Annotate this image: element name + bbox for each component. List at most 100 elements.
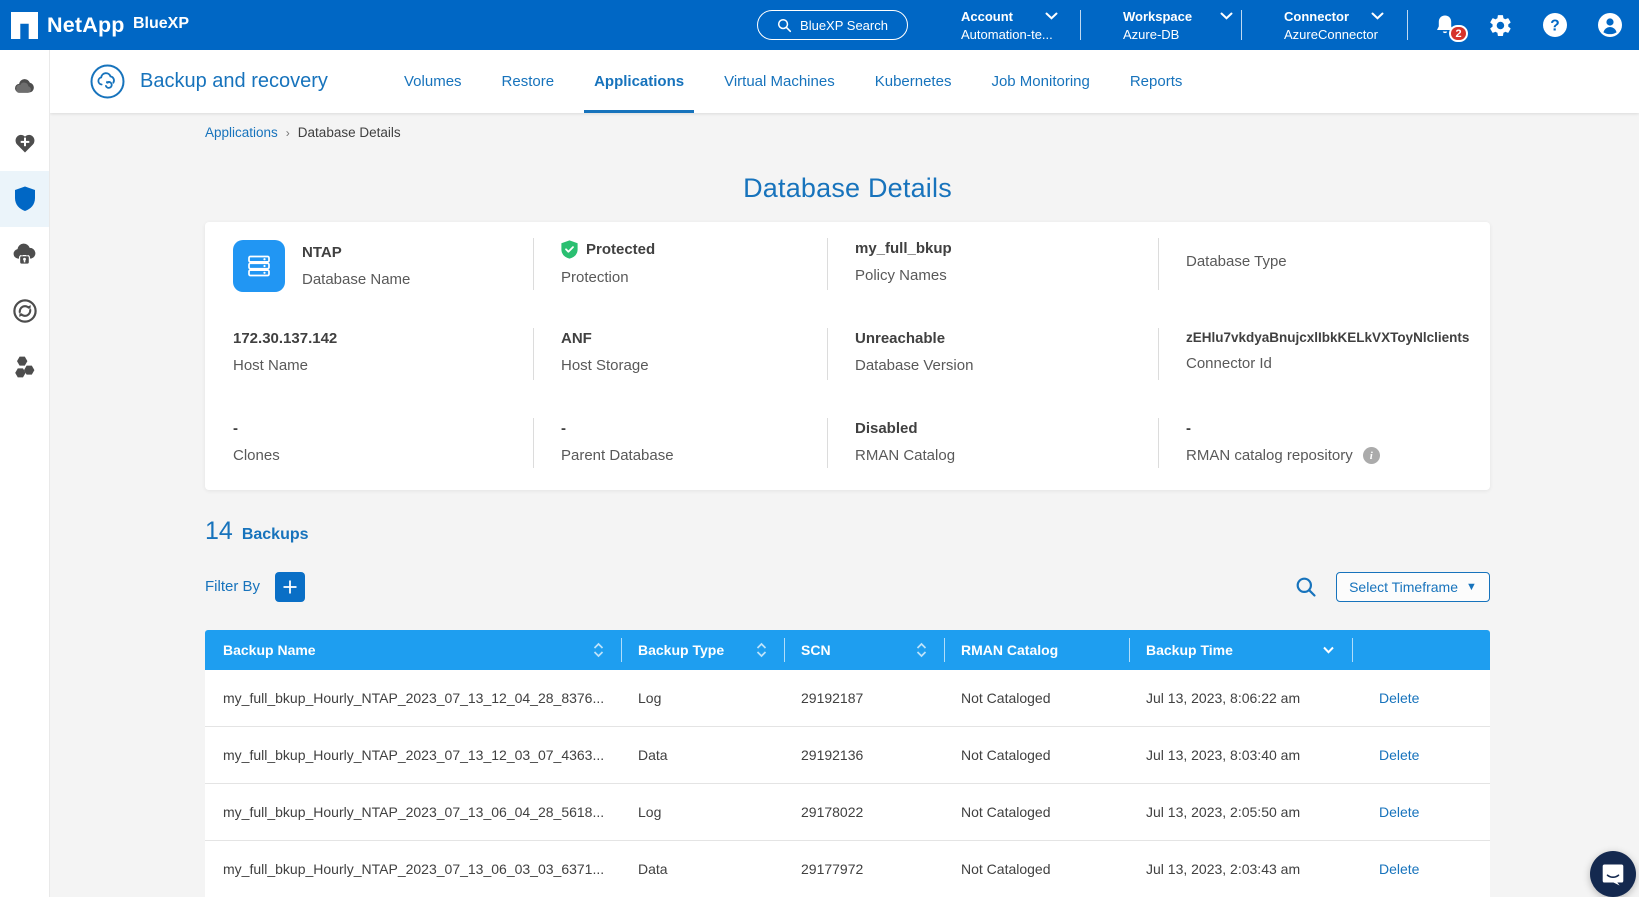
column-header-backup-type[interactable]: Backup Type [622, 630, 785, 670]
netapp-logo[interactable]: NetApp [11, 12, 125, 39]
sort-desc-icon[interactable] [1322, 646, 1335, 655]
tab-job-monitoring[interactable]: Job Monitoring [991, 50, 1089, 113]
sort-icon[interactable] [916, 642, 927, 658]
cell-backup-name: my_full_bkup_Hourly_NTAP_2023_07_13_06_0… [223, 861, 605, 877]
breadcrumb: Applications › Database Details [205, 125, 401, 140]
sidenav-item-ransomware[interactable] [0, 227, 49, 283]
field-value: - [561, 420, 566, 437]
cloud-lock-icon [11, 242, 38, 269]
cell-backup-time: Jul 13, 2023, 2:05:50 am [1146, 804, 1301, 820]
info-icon[interactable]: i [1362, 447, 1380, 464]
cell-scn: 29192136 [801, 747, 864, 763]
column-header-rman-catalog[interactable]: RMAN Catalog [945, 630, 1130, 670]
search-label: BlueXP Search [800, 17, 888, 33]
bluexp-search-button[interactable]: BlueXP Search [757, 10, 908, 40]
netapp-logo-icon [11, 12, 38, 39]
sort-icon[interactable] [756, 642, 767, 658]
search-icon [1295, 576, 1317, 598]
field-label: Protection [561, 269, 629, 286]
workspace-selector[interactable]: Workspace Azure-DB [1123, 0, 1233, 50]
field-value: my_full_bkup [855, 240, 952, 257]
workspace-value: Azure-DB [1123, 26, 1180, 42]
cell-scn: 29178022 [801, 804, 864, 820]
field-label: Connector Id [1186, 355, 1272, 372]
breadcrumb-current: Database Details [297, 125, 401, 140]
backups-count-number: 14 [205, 517, 233, 545]
delete-link[interactable]: Delete [1369, 804, 1419, 820]
column-header-backup-name[interactable]: Backup Name [205, 630, 622, 670]
plus-icon [282, 579, 298, 595]
table-row: my_full_bkup_Hourly_NTAP_2023_07_13_06_0… [205, 784, 1490, 841]
tab-reports[interactable]: Reports [1130, 50, 1183, 113]
product-name: BlueXP [133, 15, 190, 32]
brand-name: NetApp [47, 13, 125, 37]
sort-icon[interactable] [593, 642, 604, 658]
column-label: Backup Type [638, 642, 725, 658]
connector-label: Connector [1284, 8, 1349, 24]
sidenav-item-protection[interactable] [0, 171, 49, 227]
field-value: 172.30.137.142 [233, 330, 338, 347]
delete-link[interactable]: Delete [1369, 690, 1419, 706]
table-search-button[interactable] [1294, 575, 1318, 599]
cell-backup-type: Log [638, 804, 662, 820]
delete-link[interactable]: Delete [1369, 747, 1419, 763]
database-icon [233, 240, 285, 292]
timeframe-label: Select Timeframe [1349, 579, 1459, 595]
connector-value: AzureConnector [1284, 26, 1378, 42]
breadcrumb-applications-link[interactable]: Applications [205, 125, 278, 140]
cell-backup-type: Data [638, 861, 668, 877]
field-label: Host Name [233, 357, 309, 374]
connector-selector[interactable]: Connector AzureConnector [1284, 0, 1384, 50]
account-selector[interactable]: Account Automation-te... [961, 0, 1058, 50]
column-header-actions [1353, 630, 1490, 670]
tab-restore[interactable]: Restore [502, 50, 555, 113]
filter-by-label: Filter By [205, 578, 261, 595]
service-header: Backup and recovery Volumes Restore Appl… [50, 50, 1639, 113]
tab-volumes[interactable]: Volumes [404, 50, 462, 113]
sidenav-item-extensions[interactable] [0, 339, 49, 395]
svg-text:?: ? [1550, 18, 1559, 35]
field-label: Database Version [855, 357, 974, 374]
chat-button[interactable] [1590, 851, 1636, 897]
field-value: - [233, 420, 238, 437]
add-filter-button[interactable] [275, 572, 305, 602]
delete-link[interactable]: Delete [1369, 861, 1419, 877]
settings-button[interactable] [1487, 12, 1513, 38]
cell-backup-type: Log [638, 690, 662, 706]
field-clones: - Clones [205, 402, 533, 490]
field-value: NTAP [302, 244, 342, 261]
field-connector-id: zEHlu7vkdyaBnujcxlIbkKELkVXToyNlclients … [1158, 312, 1490, 402]
select-timeframe-button[interactable]: Select Timeframe ▼ [1336, 572, 1490, 602]
tab-kubernetes[interactable]: Kubernetes [875, 50, 952, 113]
field-value: Protected [586, 241, 656, 258]
field-value: Disabled [855, 420, 918, 437]
service-tabs: Volumes Restore Applications Virtual Mac… [404, 50, 1182, 113]
help-button[interactable]: ? [1542, 12, 1568, 38]
notifications-button[interactable]: 2 [1432, 12, 1468, 42]
caret-down-icon: ▼ [1466, 581, 1477, 593]
chevron-down-icon [1045, 12, 1058, 20]
sidenav-item-sync[interactable] [0, 283, 49, 339]
backups-count-label: Backups [241, 526, 309, 543]
field-parent-database: - Parent Database [533, 402, 827, 490]
column-header-backup-time[interactable]: Backup Time [1130, 630, 1353, 670]
account-label: Account [961, 8, 1013, 24]
tab-applications[interactable]: Applications [584, 50, 695, 113]
cell-scn: 29192187 [801, 690, 864, 706]
cell-backup-name: my_full_bkup_Hourly_NTAP_2023_07_13_12_0… [223, 690, 605, 706]
cell-scn: 29177972 [801, 861, 864, 877]
page-title: Database Details [743, 173, 952, 203]
sidenav-item-canvas[interactable] [0, 59, 49, 115]
topbar-divider [1080, 10, 1081, 40]
field-label: Parent Database [561, 447, 674, 464]
left-sidenav [0, 50, 50, 897]
cell-backup-name: my_full_bkup_Hourly_NTAP_2023_07_13_06_0… [223, 804, 605, 820]
sidenav-item-health[interactable] [0, 115, 49, 171]
heart-plus-icon [13, 131, 37, 155]
column-header-scn[interactable]: SCN [785, 630, 945, 670]
user-menu-button[interactable] [1597, 12, 1623, 38]
field-rman-catalog: Disabled RMAN Catalog [827, 402, 1158, 490]
tab-virtual-machines[interactable]: Virtual Machines [724, 50, 835, 113]
field-label: Host Storage [561, 357, 649, 374]
field-database-type: Database Type [1158, 222, 1490, 312]
